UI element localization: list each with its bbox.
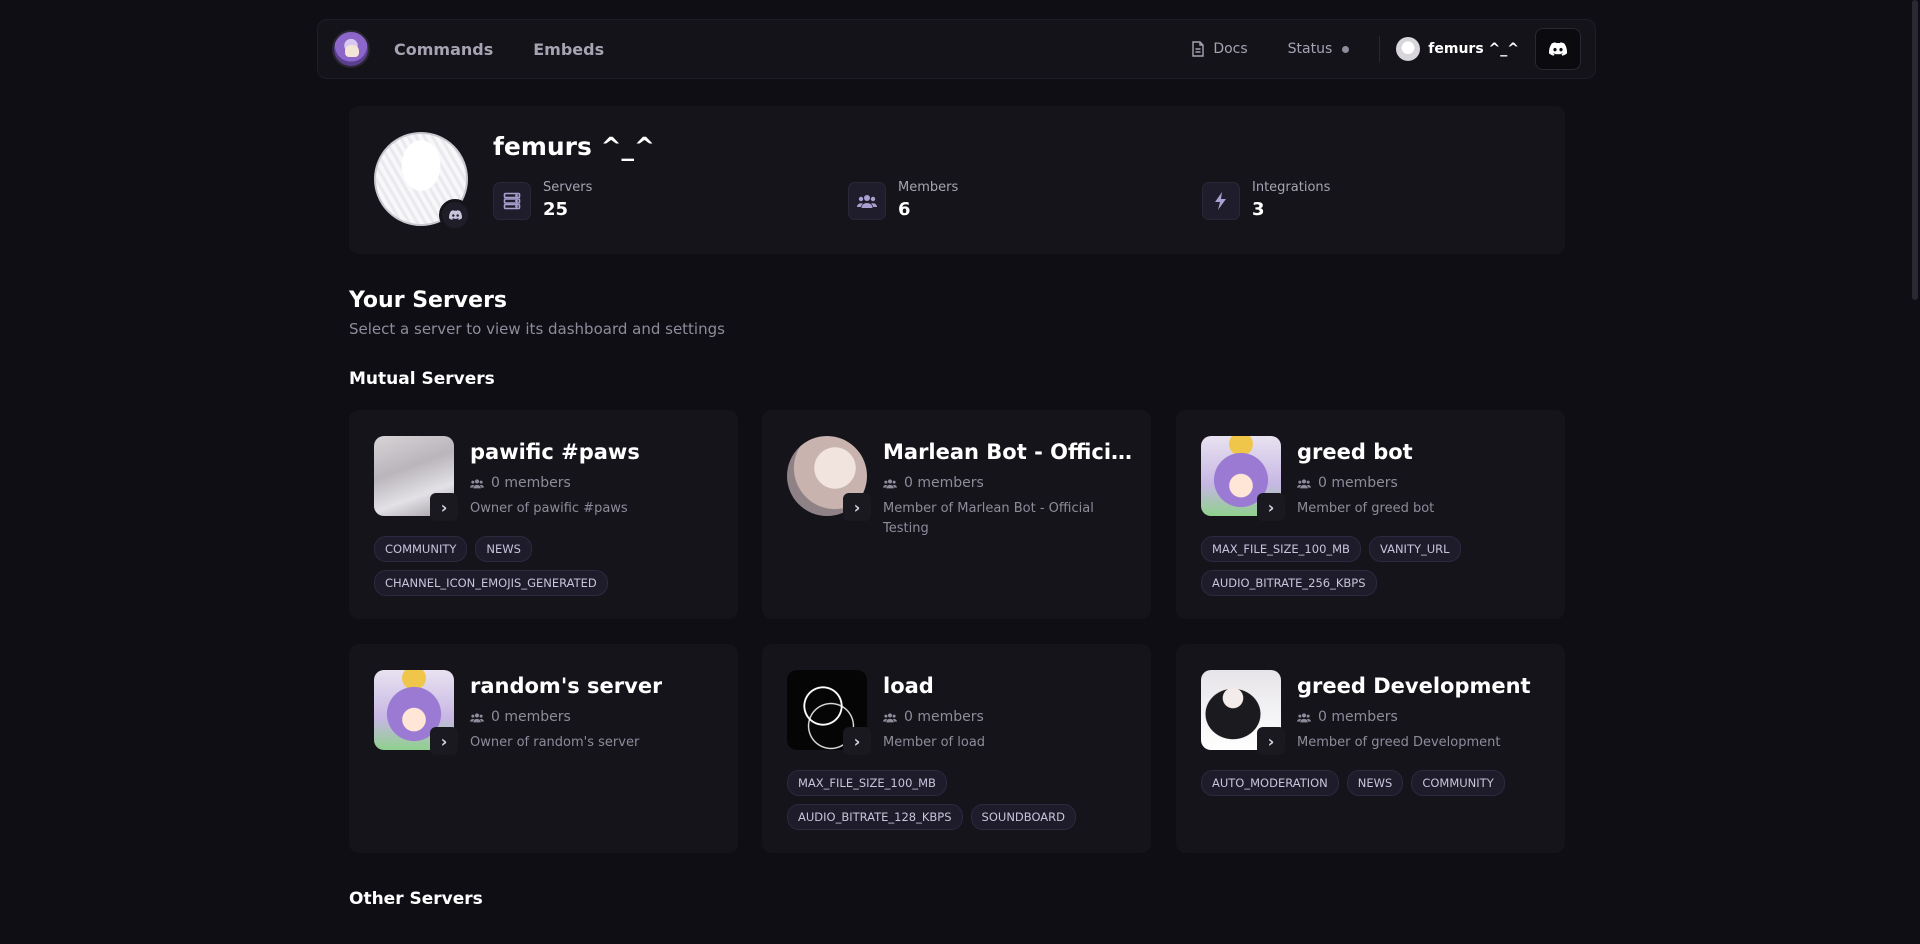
server-member-count: 0 members bbox=[883, 709, 984, 725]
nav-docs-label: Docs bbox=[1213, 41, 1248, 57]
member-count-label: 0 members bbox=[904, 475, 984, 491]
server-role: Owner of random's server bbox=[470, 735, 640, 750]
server-card[interactable]: › Marlean Bot - Official Te... 0 members… bbox=[762, 410, 1151, 619]
chevron-right-icon: › bbox=[1257, 493, 1285, 521]
server-name: load bbox=[883, 674, 934, 698]
server-card[interactable]: › random's server 0 members Owner of ran… bbox=[349, 644, 738, 853]
stat-label: Servers bbox=[543, 180, 593, 195]
member-count-label: 0 members bbox=[491, 709, 571, 725]
users-icon bbox=[470, 712, 484, 722]
feature-tag: SOUNDBOARD bbox=[970, 804, 1077, 830]
profile-name: femurs ^_^ bbox=[493, 132, 655, 161]
document-icon bbox=[1192, 41, 1205, 57]
discord-button[interactable] bbox=[1535, 28, 1581, 70]
server-member-count: 0 members bbox=[883, 475, 984, 491]
feature-tag: MAX_FILE_SIZE_100_MB bbox=[787, 770, 947, 796]
server-member-count: 0 members bbox=[470, 475, 571, 491]
nav-status-label: Status bbox=[1287, 41, 1333, 57]
your-servers-subtitle: Select a server to view its dashboard an… bbox=[349, 320, 725, 338]
server-role: Member of greed Development bbox=[1297, 735, 1501, 750]
server-role: Member of Marlean Bot - Official Testing bbox=[883, 501, 1094, 536]
bolt-icon bbox=[1202, 182, 1240, 220]
member-count-label: 0 members bbox=[904, 709, 984, 725]
chevron-right-icon: › bbox=[843, 727, 871, 755]
stat-servers: Servers 25 bbox=[493, 180, 592, 220]
server-member-count: 0 members bbox=[1297, 475, 1398, 491]
your-servers-heading: Your Servers bbox=[349, 288, 508, 313]
stat-label: Integrations bbox=[1252, 180, 1331, 195]
stat-members: Members 6 bbox=[848, 180, 958, 220]
server-tags: MAX_FILE_SIZE_100_MB AUDIO_BITRATE_128_K… bbox=[787, 770, 1127, 830]
server-name: greed bot bbox=[1297, 440, 1413, 464]
server-member-count: 0 members bbox=[1297, 709, 1398, 725]
server-name: random's server bbox=[470, 674, 663, 698]
nav-divider bbox=[1379, 36, 1381, 62]
member-count-label: 0 members bbox=[1318, 475, 1398, 491]
nav-embeds-link[interactable]: Embeds bbox=[533, 40, 604, 59]
nav-user-menu[interactable]: femurs ^_^ bbox=[1396, 37, 1519, 61]
chevron-right-icon: › bbox=[430, 493, 458, 521]
stat-value: 3 bbox=[1252, 199, 1265, 220]
feature-tag: AUDIO_BITRATE_256_KBPS bbox=[1201, 570, 1377, 596]
server-name: Marlean Bot - Official Te... bbox=[883, 440, 1133, 464]
nav-commands-link[interactable]: Commands bbox=[394, 40, 493, 59]
member-count-label: 0 members bbox=[491, 475, 571, 491]
feature-tag: NEWS bbox=[1346, 770, 1404, 796]
nav-status-link[interactable]: Status bbox=[1288, 41, 1350, 57]
nav-user-name: femurs ^_^ bbox=[1428, 41, 1519, 57]
feature-tag: COMMUNITY bbox=[374, 536, 468, 562]
users-icon bbox=[848, 182, 886, 220]
feature-tag: CHANNEL_ICON_EMOJIS_GENERATED bbox=[374, 570, 608, 596]
profile-card: femurs ^_^ Servers 25 Members 6 Integrat… bbox=[349, 106, 1565, 254]
stat-integrations: Integrations 3 bbox=[1202, 180, 1330, 220]
feature-tag: AUTO_MODERATION bbox=[1201, 770, 1339, 796]
mutual-servers-heading: Mutual Servers bbox=[349, 369, 495, 389]
server-card[interactable]: › pawific #paws 0 members Owner of pawif… bbox=[349, 410, 738, 619]
server-icon bbox=[493, 182, 531, 220]
server-tags: AUTO_MODERATION NEWS COMMUNITY bbox=[1201, 770, 1541, 796]
feature-tag: COMMUNITY bbox=[1411, 770, 1505, 796]
server-card[interactable]: › greed bot 0 members Member of greed bo… bbox=[1176, 410, 1565, 619]
status-dot-icon bbox=[1342, 45, 1350, 53]
users-icon bbox=[470, 478, 484, 488]
feature-tag: NEWS bbox=[475, 536, 532, 562]
server-card[interactable]: › load 0 members Member of load MAX_FILE… bbox=[762, 644, 1151, 853]
users-icon bbox=[883, 712, 897, 722]
other-servers-heading: Other Servers bbox=[349, 889, 483, 909]
server-role: Owner of pawific #paws bbox=[470, 501, 628, 516]
member-count-label: 0 members bbox=[1318, 709, 1398, 725]
server-tags: COMMUNITY NEWS CHANNEL_ICON_EMOJIS_GENER… bbox=[374, 536, 714, 596]
server-member-count: 0 members bbox=[470, 709, 571, 725]
stat-value: 25 bbox=[543, 199, 569, 220]
server-name: greed Development bbox=[1297, 674, 1531, 698]
users-icon bbox=[1297, 712, 1311, 722]
server-role: Member of greed bot bbox=[1297, 501, 1435, 516]
feature-tag: MAX_FILE_SIZE_100_MB bbox=[1201, 536, 1361, 562]
chevron-right-icon: › bbox=[430, 727, 458, 755]
feature-tag: VANITY_URL bbox=[1368, 536, 1461, 562]
server-role: Member of load bbox=[883, 735, 986, 750]
users-icon bbox=[883, 478, 897, 488]
discord-badge-icon bbox=[439, 199, 471, 231]
server-tags: MAX_FILE_SIZE_100_MB VANITY_URL AUDIO_BI… bbox=[1201, 536, 1541, 596]
top-navbar: Commands Embeds Docs Status femurs ^_^ bbox=[317, 19, 1596, 79]
page-scrollbar[interactable] bbox=[1912, 0, 1918, 300]
feature-tag: AUDIO_BITRATE_128_KBPS bbox=[787, 804, 963, 830]
chevron-right-icon: › bbox=[1257, 727, 1285, 755]
bot-logo[interactable] bbox=[332, 30, 370, 68]
server-card[interactable]: › greed Development 0 members Member of … bbox=[1176, 644, 1565, 853]
stat-value: 6 bbox=[898, 199, 911, 220]
user-avatar bbox=[1396, 37, 1421, 61]
stat-label: Members bbox=[898, 180, 959, 195]
chevron-right-icon: › bbox=[843, 493, 871, 521]
server-name: pawific #paws bbox=[470, 440, 640, 464]
nav-docs-link[interactable]: Docs bbox=[1191, 41, 1248, 57]
discord-icon bbox=[1549, 42, 1567, 56]
users-icon bbox=[1297, 478, 1311, 488]
